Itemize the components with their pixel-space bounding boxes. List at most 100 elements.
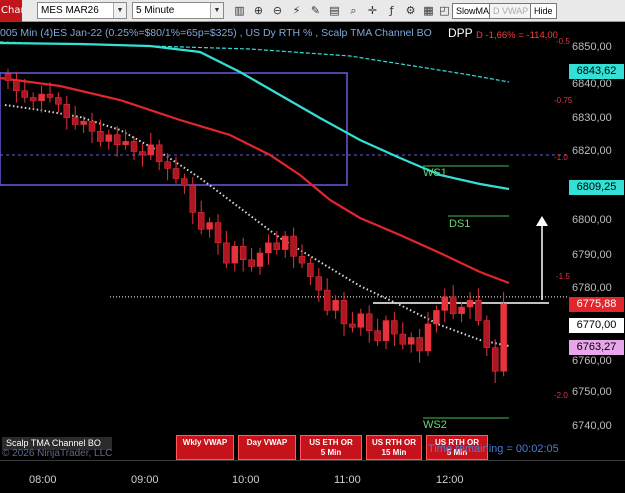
candle-body	[475, 300, 482, 321]
lightning-icon[interactable]: ⚡	[289, 3, 304, 18]
ds1-level-label: DS1	[449, 218, 471, 230]
percent-level-label: -0.75	[554, 96, 573, 105]
us-eth-or-5min-button[interactable]: US ETH OR 5 Min	[300, 435, 362, 460]
candle-body	[71, 117, 79, 125]
candle-body	[189, 185, 197, 213]
candle-body	[340, 300, 348, 325]
candle-body	[265, 242, 272, 254]
last-price-tag: 6770,00	[569, 318, 624, 333]
candle-body	[424, 323, 432, 352]
candle-body	[231, 245, 239, 264]
candle-body	[374, 330, 381, 342]
candle-body	[416, 337, 423, 352]
candle-body	[433, 310, 440, 325]
candle-body	[357, 313, 365, 328]
time-axis[interactable]: 08:00 09:00 10:00 11:00 12:00	[0, 460, 625, 493]
dpp-label: DPP	[448, 26, 473, 40]
candle-body	[239, 245, 247, 260]
interval-selector[interactable]: 5 Minute ▼	[132, 2, 224, 19]
fast-ma-price-tag: 6775,88	[569, 297, 624, 312]
slow-ma-button[interactable]: SlowMA	[452, 3, 494, 19]
price-tick: 6830,00	[572, 112, 612, 124]
interval-value: 5 Minute	[136, 5, 175, 16]
candle-body	[130, 141, 138, 152]
candle-body	[147, 144, 155, 156]
snapshot-icon[interactable]: ◰	[437, 3, 452, 18]
weekly-vwap-button[interactable]: Wkly VWAP	[176, 435, 234, 460]
percent-level-label: -1.5	[556, 272, 570, 281]
price-tick: 6850,00	[572, 41, 612, 53]
chart-title: 005 Min (4)ES Jan-22 (0.25%=$80/1%=65p=$…	[0, 27, 432, 39]
daily-change-label: D -1,66% = -114,00	[476, 30, 558, 41]
candle-body	[113, 134, 121, 146]
candle-body	[323, 289, 331, 311]
chevron-down-icon: ▼	[113, 3, 126, 18]
pencil-icon[interactable]: ✎	[308, 3, 323, 18]
candle-body	[307, 262, 314, 277]
candle-body	[21, 90, 29, 98]
instrument-selector[interactable]: MES MAR26 ▼	[37, 2, 127, 19]
chart-tab[interactable]: Chart	[0, 0, 22, 22]
candle-body	[491, 347, 499, 372]
zoom-search-icon[interactable]: ⌕	[346, 3, 361, 18]
hide-button[interactable]: Hide	[530, 3, 557, 19]
chart-plot-area[interactable]	[0, 23, 567, 460]
price-tick: 6790,00	[572, 249, 612, 261]
price-tick: 6760,00	[572, 355, 612, 367]
price-tick: 6740,00	[572, 420, 612, 432]
candle-body	[172, 168, 180, 179]
candle-body	[223, 242, 230, 264]
crosshair-icon[interactable]: ✛	[365, 3, 380, 18]
price-tick: 6780,00	[572, 282, 612, 294]
candle-body	[214, 222, 222, 244]
candle-body	[466, 300, 474, 308]
candle-body	[365, 313, 373, 331]
candle-body	[29, 97, 37, 102]
time-tick: 08:00	[29, 474, 57, 486]
candle-body	[97, 131, 104, 142]
time-tick: 09:00	[131, 474, 159, 486]
percent-level-label: -1.0	[554, 153, 568, 162]
candle-body	[483, 320, 491, 348]
percent-level-label: -0.5	[556, 37, 570, 46]
fast-ma-line	[0, 76, 510, 285]
toolbar: Chart MES MAR26 ▼ 5 Minute ▼ ▥ ⊕ ⊖ ⚡ ✎ ▤…	[0, 0, 625, 22]
candle-body	[206, 222, 213, 230]
zoom-in-icon[interactable]: ⊕	[251, 3, 266, 18]
bar-chart-icon[interactable]: ▥	[232, 3, 247, 18]
indicators-icon[interactable]: ƒ	[384, 3, 399, 18]
candle-body	[55, 97, 62, 105]
price-axis[interactable]: 6850,00 6840,00 6830,00 6820,00 6800,00 …	[567, 23, 625, 460]
slow-ma-price-tag: 6843,62	[569, 64, 624, 79]
candle-body	[197, 212, 205, 230]
candle-body	[122, 141, 129, 146]
candle-body	[391, 320, 398, 335]
candle-body	[281, 235, 289, 250]
price-tick: 6820,00	[572, 145, 612, 157]
candle-body	[290, 235, 297, 257]
ws2-level-label: WS2	[423, 419, 447, 431]
day-vwap-button[interactable]: Day VWAP	[238, 435, 296, 460]
us-rth-or-15min-button[interactable]: US RTH OR 15 Min	[366, 435, 422, 460]
template-icon[interactable]: ▦	[421, 3, 436, 18]
d-vwap-button[interactable]: D VWAP	[489, 3, 533, 19]
candle-body	[80, 120, 87, 125]
chart-canvas	[0, 41, 567, 419]
candle-body	[298, 256, 306, 264]
slow-ma-upper-band	[0, 41, 510, 83]
bar-time-remaining: Time remaining = 00:02:05	[428, 443, 559, 455]
time-tick: 10:00	[232, 474, 260, 486]
candle-body	[273, 242, 281, 250]
properties-icon[interactable]: ▤	[327, 3, 342, 18]
candle-body	[500, 303, 507, 372]
zoom-out-icon[interactable]: ⊖	[270, 3, 285, 18]
strategy-icon[interactable]: ⚙	[403, 3, 418, 18]
candle-body	[256, 252, 264, 267]
candle-body	[332, 300, 339, 311]
candle-body	[155, 144, 163, 162]
candle-body	[63, 103, 71, 119]
candle-body	[315, 276, 323, 291]
candle-body	[38, 93, 45, 102]
price-tick: 6800,00	[572, 214, 612, 226]
ws1-level-label: WS1	[423, 167, 447, 179]
